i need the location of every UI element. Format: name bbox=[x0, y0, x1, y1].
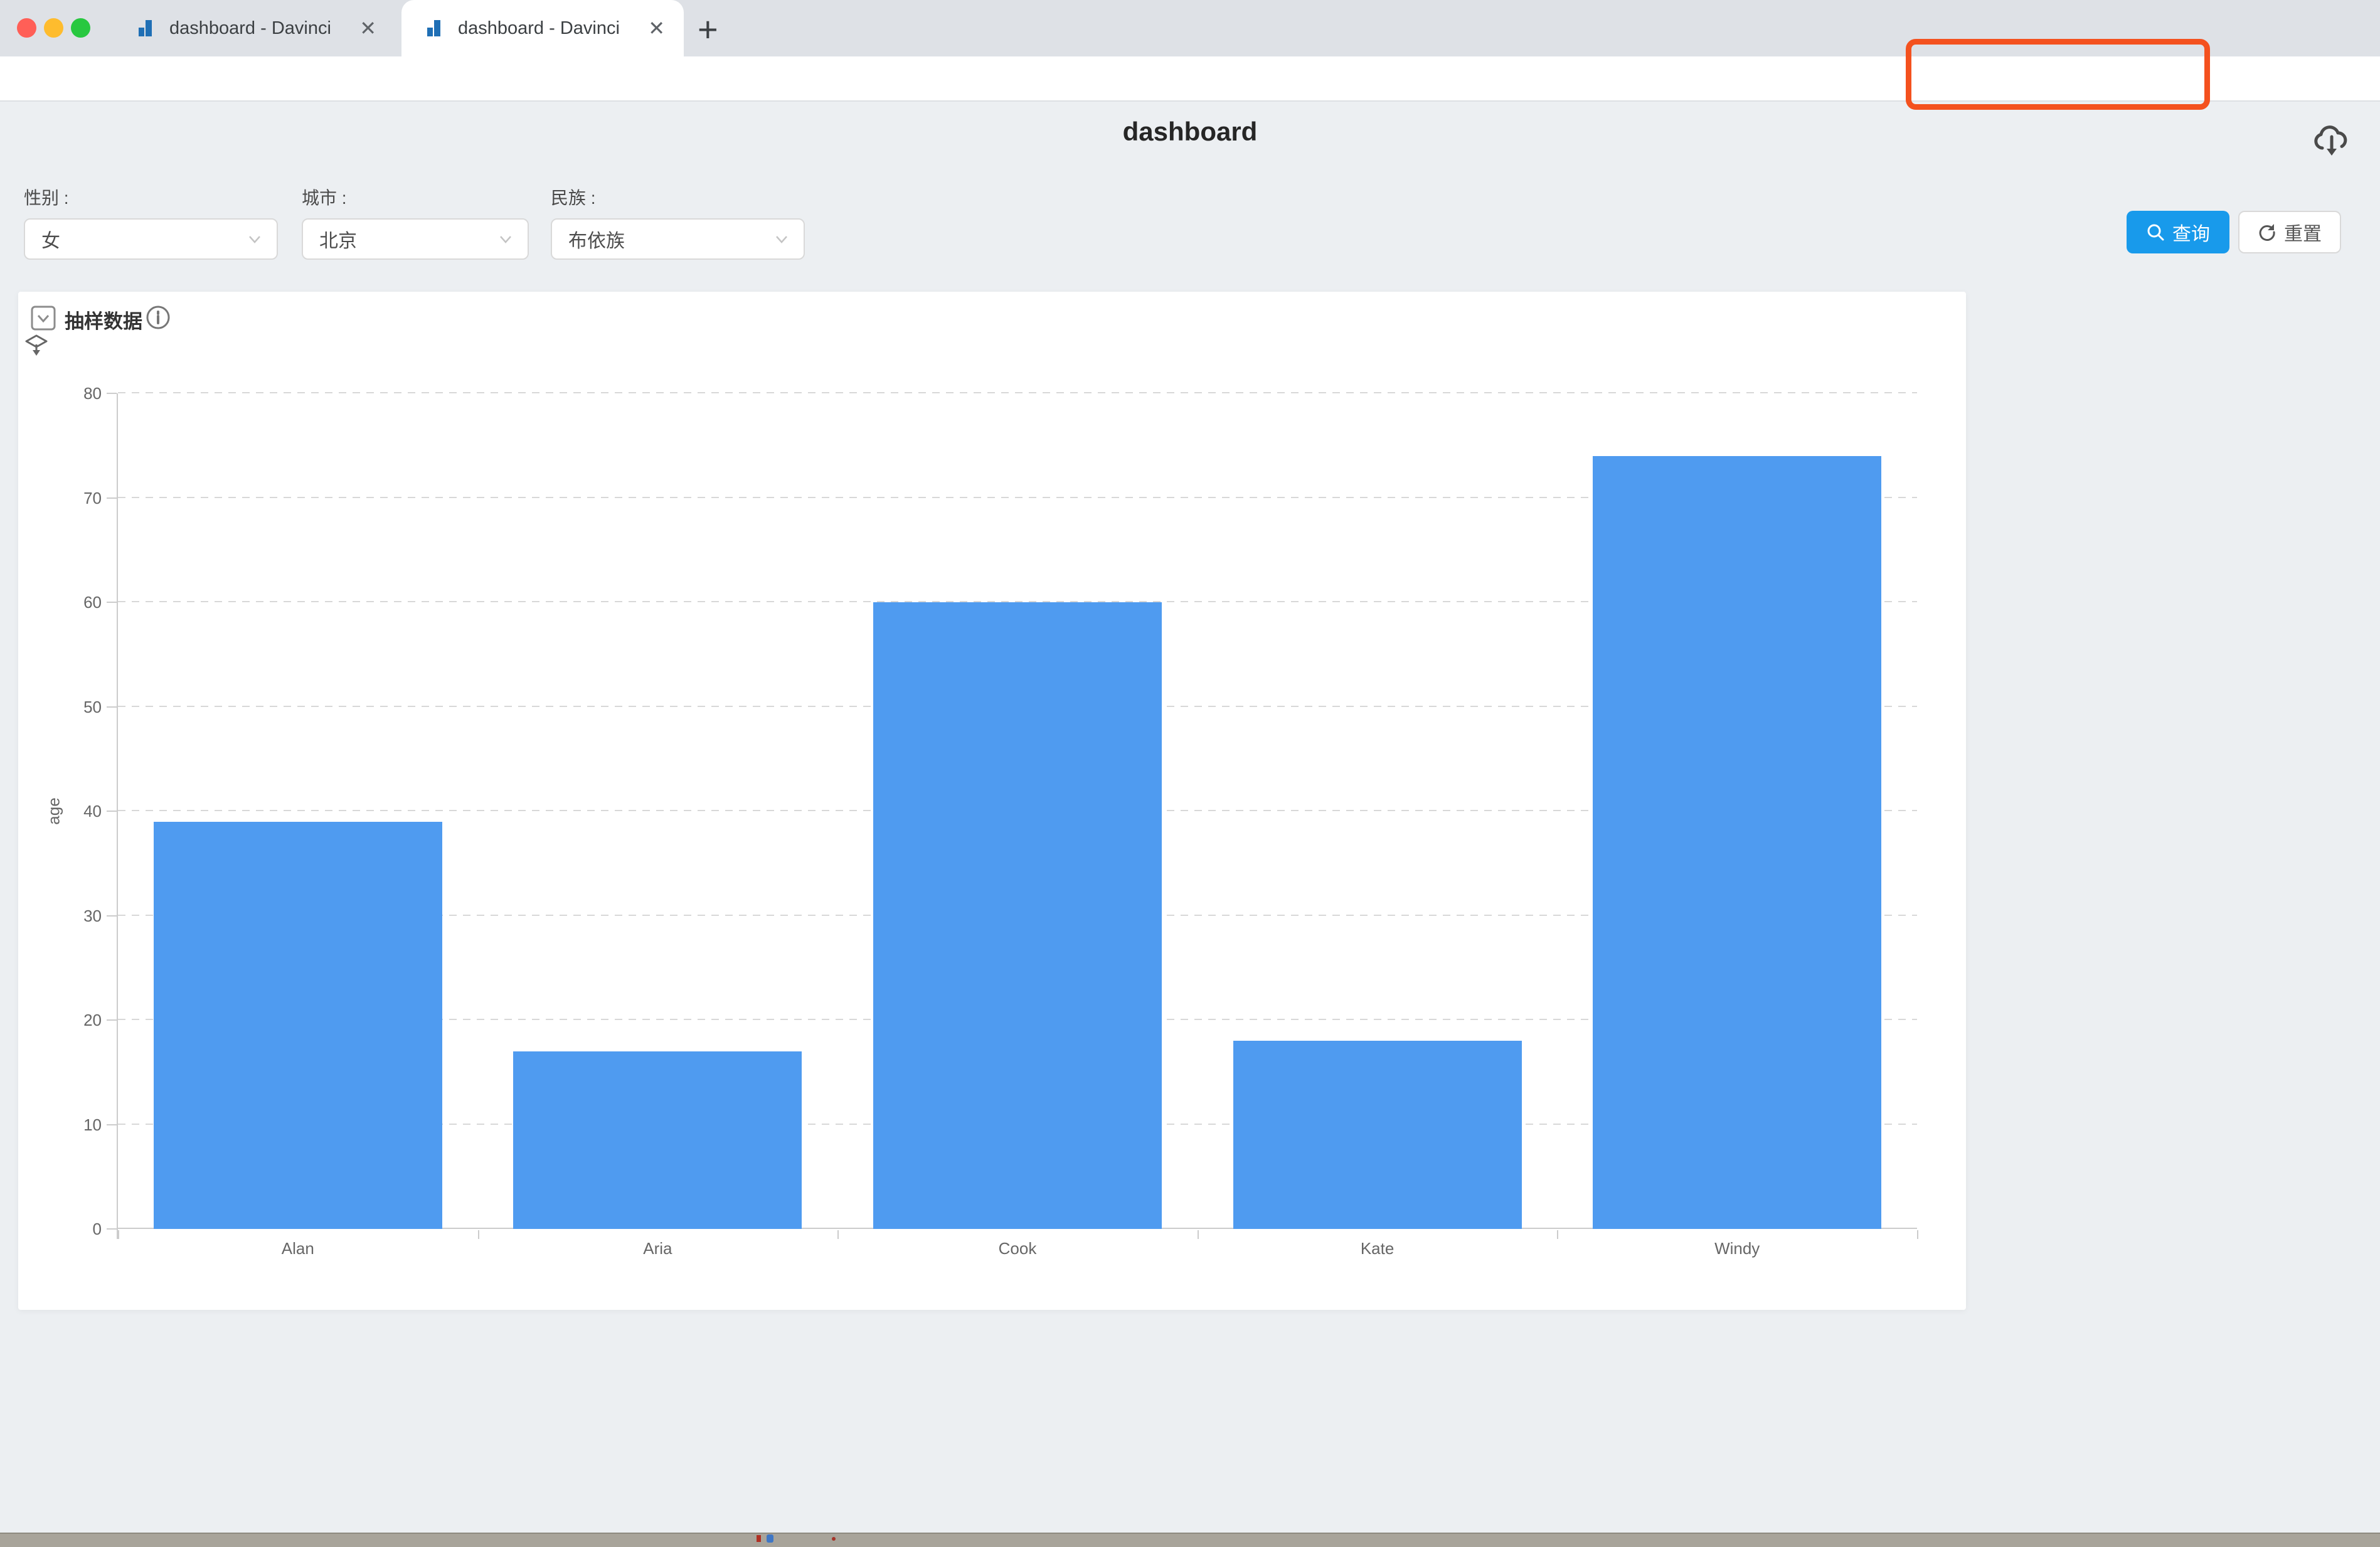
tab-title: dashboard - Davinci bbox=[169, 18, 353, 39]
bar-aria[interactable] bbox=[513, 1051, 802, 1229]
y-tick-label: 30 bbox=[39, 908, 102, 924]
plot-area: age 01020304050607080AlanAriaCookKateWin… bbox=[118, 393, 1917, 1229]
filter-city-label: 城市 : bbox=[302, 184, 529, 210]
filter-gender: 性别 : 女 bbox=[24, 184, 278, 260]
chevron-down-icon bbox=[247, 231, 263, 247]
reset-button[interactable]: 重置 bbox=[2238, 211, 2341, 253]
y-tick-mark bbox=[107, 706, 117, 708]
desktop-speck bbox=[757, 1535, 761, 1542]
reset-reload-icon bbox=[2258, 223, 2276, 242]
filter-ethnicity-select[interactable]: 布依族 bbox=[551, 218, 805, 260]
filter-ethnicity-value: 布依族 bbox=[568, 225, 625, 253]
y-tick-mark bbox=[107, 811, 117, 812]
browser-tab-strip: dashboard - Davinci ✕ dashboard - Davinc… bbox=[0, 0, 2380, 56]
filter-city-value: 北京 bbox=[319, 225, 357, 253]
filter-gender-label: 性别 : bbox=[24, 184, 278, 210]
desktop-speck bbox=[832, 1537, 836, 1541]
x-tick-mark bbox=[1917, 1230, 1918, 1239]
new-tab-button[interactable]: + bbox=[698, 9, 718, 50]
x-tick-mark bbox=[118, 1230, 119, 1239]
filter-ethnicity: 民族 : 布依族 bbox=[551, 184, 805, 260]
download-cloud-icon[interactable] bbox=[2310, 118, 2354, 162]
filter-gender-value: 女 bbox=[41, 225, 60, 253]
x-tick-mark bbox=[1557, 1230, 1558, 1239]
grid-line bbox=[118, 392, 1917, 393]
y-tick-label: 50 bbox=[39, 699, 102, 715]
macos-close-button[interactable] bbox=[17, 18, 36, 38]
tab-close-icon[interactable]: ✕ bbox=[648, 16, 665, 40]
filter-city: 城市 : 北京 bbox=[302, 184, 529, 260]
x-axis-label: Aria bbox=[478, 1239, 838, 1258]
reset-button-label: 重置 bbox=[2284, 218, 2322, 246]
y-tick-mark bbox=[107, 602, 117, 603]
filter-city-select[interactable]: 北京 bbox=[302, 218, 529, 260]
davinci-favicon-icon bbox=[135, 18, 156, 38]
filter-gender-select[interactable]: 女 bbox=[24, 218, 278, 260]
y-tick-label: 20 bbox=[39, 1012, 102, 1028]
macos-fullscreen-button[interactable] bbox=[71, 18, 90, 38]
y-tick-mark bbox=[107, 1124, 117, 1125]
y-tick-mark bbox=[107, 1228, 117, 1230]
x-tick-mark bbox=[478, 1230, 479, 1239]
y-tick-mark bbox=[107, 915, 117, 917]
query-button[interactable]: 查询 bbox=[2127, 211, 2229, 253]
desktop-speck bbox=[767, 1534, 773, 1543]
y-tick-mark bbox=[107, 393, 117, 394]
y-tick-label: 80 bbox=[39, 385, 102, 401]
browser-tab-2-active[interactable]: dashboard - Davinci ✕ bbox=[401, 0, 684, 56]
y-tick-label: 40 bbox=[39, 803, 102, 819]
chevron-down-icon bbox=[497, 231, 514, 247]
bar-cook[interactable] bbox=[873, 602, 1162, 1229]
x-tick-mark bbox=[1198, 1230, 1199, 1239]
y-tick-label: 60 bbox=[39, 594, 102, 610]
x-tick-mark bbox=[837, 1230, 839, 1239]
y-tick-mark bbox=[107, 497, 117, 499]
y-tick-label: 10 bbox=[39, 1117, 102, 1133]
tab-title: dashboard - Davinci bbox=[458, 18, 642, 39]
drill-down-icon[interactable] bbox=[24, 332, 49, 357]
y-tick-mark bbox=[107, 1019, 117, 1021]
bar-windy[interactable] bbox=[1593, 456, 1881, 1229]
widget-select-checkbox-icon[interactable] bbox=[30, 305, 56, 331]
tab-close-icon[interactable]: ✕ bbox=[359, 16, 376, 40]
desktop-edge-strip bbox=[0, 1533, 2380, 1547]
chevron-down-icon bbox=[773, 231, 790, 247]
davinci-favicon-icon bbox=[424, 18, 444, 38]
y-axis-line bbox=[117, 393, 118, 1239]
y-tick-label: 70 bbox=[39, 490, 102, 506]
x-axis-label: Kate bbox=[1198, 1239, 1558, 1258]
widget-title: 抽样数据 bbox=[65, 306, 142, 334]
page-title: dashboard bbox=[0, 117, 2380, 147]
bar-alan[interactable] bbox=[154, 822, 442, 1229]
info-icon[interactable] bbox=[145, 304, 171, 331]
y-tick-label: 0 bbox=[39, 1221, 102, 1237]
x-axis-label: Alan bbox=[118, 1239, 478, 1258]
query-button-label: 查询 bbox=[2172, 218, 2210, 246]
filter-ethnicity-label: 民族 : bbox=[551, 184, 805, 210]
macos-minimize-button[interactable] bbox=[44, 18, 63, 38]
bar-kate[interactable] bbox=[1233, 1041, 1522, 1229]
x-axis-label: Windy bbox=[1557, 1239, 1917, 1258]
browser-toolbar: )31C605B7C115040027BFD4101411BBE96F3AE14… bbox=[0, 56, 2380, 102]
search-icon bbox=[2146, 223, 2165, 242]
browser-tab-1[interactable]: dashboard - Davinci ✕ bbox=[113, 0, 395, 56]
widget-card: 抽样数据 age 01020304050607080AlanAriaCookKa… bbox=[18, 292, 1966, 1310]
x-axis-label: Cook bbox=[837, 1239, 1198, 1258]
